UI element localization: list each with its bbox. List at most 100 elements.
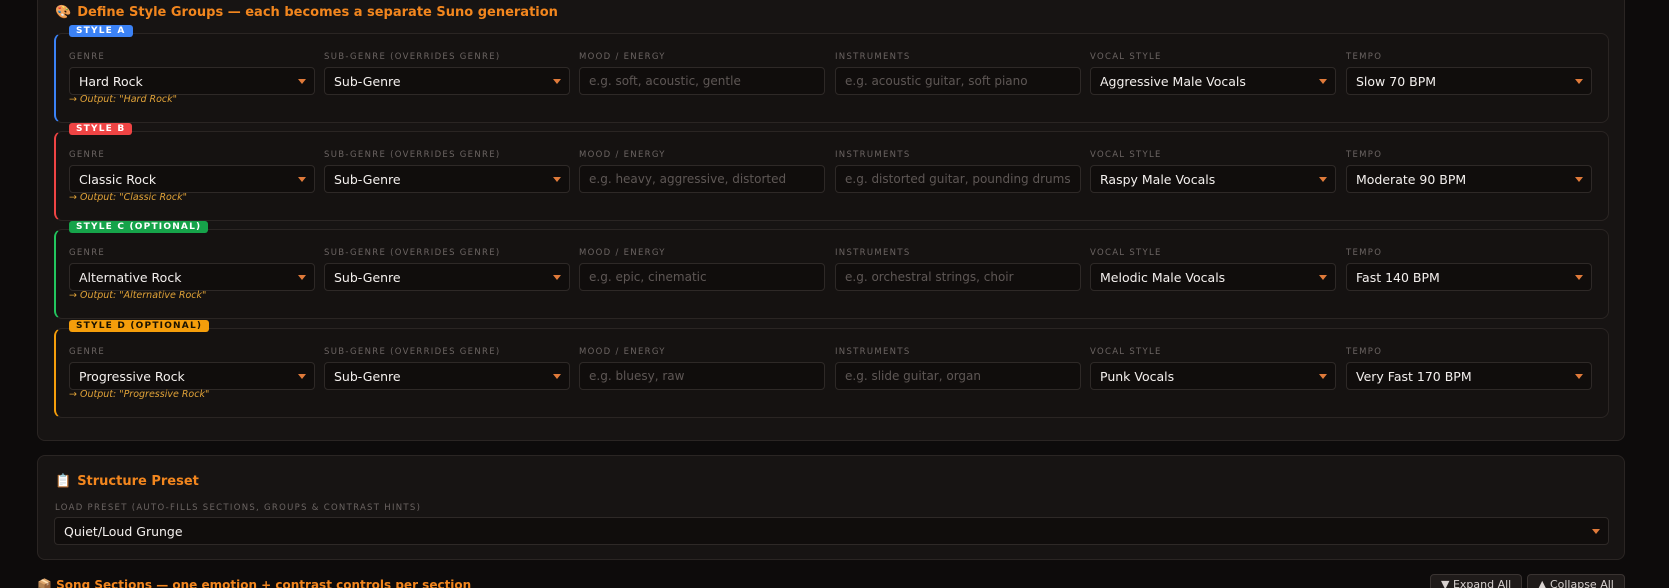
subgenre-field: SUB-GENRE (OVERRIDES GENRE) Sub-Genre bbox=[324, 52, 570, 95]
field-label: INSTRUMENTS bbox=[835, 347, 911, 357]
genre-field: GENRE Progressive Rock bbox=[69, 347, 315, 390]
style-groups-panel: 🎨 Define Style Groups — each becomes a s… bbox=[37, 0, 1625, 441]
preset-select[interactable]: Quiet/Loud Grunge bbox=[54, 517, 1609, 545]
genre-field: GENRE Classic Rock bbox=[69, 150, 315, 193]
genre-select[interactable]: Classic Rock bbox=[69, 165, 315, 193]
field-label: MOOD / ENERGY bbox=[579, 52, 666, 62]
field-label: INSTRUMENTS bbox=[835, 52, 911, 62]
select-value: Melodic Male Vocals bbox=[1100, 269, 1226, 285]
subgenre-select[interactable]: Sub-Genre bbox=[324, 362, 570, 390]
chevron-down-icon bbox=[1575, 374, 1583, 379]
input-placeholder: e.g. heavy, aggressive, distorted bbox=[589, 172, 787, 186]
structure-preset-panel: 📋 Structure Preset LOAD PRESET (AUTO-FIL… bbox=[37, 455, 1625, 560]
select-value: Classic Rock bbox=[79, 171, 157, 187]
style-group-b: STYLE B GENRE Classic Rock SUB-GENRE (OV… bbox=[54, 123, 1609, 221]
field-label: TEMPO bbox=[1346, 52, 1383, 62]
chevron-down-icon bbox=[298, 177, 306, 182]
mood-input[interactable]: e.g. epic, cinematic bbox=[579, 263, 825, 291]
select-value: Raspy Male Vocals bbox=[1100, 171, 1216, 187]
field-label: VOCAL STYLE bbox=[1090, 150, 1162, 160]
instruments-field: INSTRUMENTS e.g. orchestral strings, cho… bbox=[835, 248, 1081, 291]
subgenre-select[interactable]: Sub-Genre bbox=[324, 263, 570, 291]
genre-field: GENRE Hard Rock bbox=[69, 52, 315, 95]
palette-icon: 🎨 bbox=[55, 5, 72, 20]
tempo-field: TEMPO Fast 140 BPM bbox=[1346, 248, 1592, 291]
select-value: Sub-Genre bbox=[334, 368, 401, 384]
field-label: SUB-GENRE (OVERRIDES GENRE) bbox=[324, 248, 501, 258]
chevron-down-icon bbox=[553, 275, 561, 280]
field-label: VOCAL STYLE bbox=[1090, 52, 1162, 62]
tempo-field: TEMPO Slow 70 BPM bbox=[1346, 52, 1592, 95]
style-badge: STYLE B bbox=[69, 123, 133, 135]
style-group-a: STYLE A GENRE Hard Rock SUB-GENRE (OVERR… bbox=[54, 25, 1609, 123]
chevron-down-icon bbox=[298, 275, 306, 280]
select-value: Sub-Genre bbox=[334, 171, 401, 187]
mood-input[interactable]: e.g. bluesy, raw bbox=[579, 362, 825, 390]
tempo-select[interactable]: Very Fast 170 BPM bbox=[1346, 362, 1592, 390]
style-badge: STYLE A bbox=[69, 25, 133, 37]
mood-field: MOOD / ENERGY e.g. heavy, aggressive, di… bbox=[579, 150, 825, 193]
genre-select[interactable]: Progressive Rock bbox=[69, 362, 315, 390]
vocal-field: VOCAL STYLE Raspy Male Vocals bbox=[1090, 150, 1336, 193]
subgenre-field: SUB-GENRE (OVERRIDES GENRE) Sub-Genre bbox=[324, 248, 570, 291]
instruments-field: INSTRUMENTS e.g. acoustic guitar, soft p… bbox=[835, 52, 1081, 95]
mood-input[interactable]: e.g. soft, acoustic, gentle bbox=[579, 67, 825, 95]
tempo-select[interactable]: Slow 70 BPM bbox=[1346, 67, 1592, 95]
subgenre-select[interactable]: Sub-Genre bbox=[324, 67, 570, 95]
vocal-select[interactable]: Melodic Male Vocals bbox=[1090, 263, 1336, 291]
field-label: GENRE bbox=[69, 150, 106, 160]
instruments-input[interactable]: e.g. orchestral strings, choir bbox=[835, 263, 1081, 291]
style-groups-title: 🎨 Define Style Groups — each becomes a s… bbox=[55, 5, 558, 20]
chevron-down-icon bbox=[553, 374, 561, 379]
field-label: GENRE bbox=[69, 347, 106, 357]
mood-input[interactable]: e.g. heavy, aggressive, distorted bbox=[579, 165, 825, 193]
subgenre-select[interactable]: Sub-Genre bbox=[324, 165, 570, 193]
expand-all-button[interactable]: ▼ Expand All bbox=[1430, 574, 1523, 588]
select-value: Sub-Genre bbox=[334, 73, 401, 89]
instruments-field: INSTRUMENTS e.g. distorted guitar, pound… bbox=[835, 150, 1081, 193]
preset-label: LOAD PRESET (AUTO-FILLS SECTIONS, GROUPS… bbox=[55, 503, 422, 513]
vocal-field: VOCAL STYLE Aggressive Male Vocals bbox=[1090, 52, 1336, 95]
chevron-down-icon bbox=[1592, 529, 1600, 534]
vocal-select[interactable]: Punk Vocals bbox=[1090, 362, 1336, 390]
chevron-down-icon bbox=[1319, 177, 1327, 182]
chevron-down-icon bbox=[553, 177, 561, 182]
vocal-select[interactable]: Aggressive Male Vocals bbox=[1090, 67, 1336, 95]
instruments-input[interactable]: e.g. slide guitar, organ bbox=[835, 362, 1081, 390]
select-value: Slow 70 BPM bbox=[1356, 73, 1437, 89]
select-value: Aggressive Male Vocals bbox=[1100, 73, 1246, 89]
field-label: VOCAL STYLE bbox=[1090, 347, 1162, 357]
field-label: GENRE bbox=[69, 248, 106, 258]
field-label: TEMPO bbox=[1346, 150, 1383, 160]
genre-select[interactable]: Alternative Rock bbox=[69, 263, 315, 291]
genre-select[interactable]: Hard Rock bbox=[69, 67, 315, 95]
chevron-down-icon bbox=[1575, 275, 1583, 280]
chevron-down-icon bbox=[298, 374, 306, 379]
output-preview: → Output: "Classic Rock" bbox=[69, 192, 187, 203]
field-label: INSTRUMENTS bbox=[835, 150, 911, 160]
style-badge: STYLE D (OPTIONAL) bbox=[69, 320, 210, 332]
instruments-input[interactable]: e.g. acoustic guitar, soft piano bbox=[835, 67, 1081, 95]
instruments-field: INSTRUMENTS e.g. slide guitar, organ bbox=[835, 347, 1081, 390]
mood-field: MOOD / ENERGY e.g. epic, cinematic bbox=[579, 248, 825, 291]
collapse-all-button[interactable]: ▲ Collapse All bbox=[1527, 574, 1625, 588]
tempo-field: TEMPO Very Fast 170 BPM bbox=[1346, 347, 1592, 390]
mood-field: MOOD / ENERGY e.g. bluesy, raw bbox=[579, 347, 825, 390]
field-label: SUB-GENRE (OVERRIDES GENRE) bbox=[324, 347, 501, 357]
music-box-icon: 📦 bbox=[37, 578, 52, 588]
field-label: GENRE bbox=[69, 52, 106, 62]
tempo-select[interactable]: Moderate 90 BPM bbox=[1346, 165, 1592, 193]
input-placeholder: e.g. epic, cinematic bbox=[589, 270, 707, 284]
genre-field: GENRE Alternative Rock bbox=[69, 248, 315, 291]
field-label: SUB-GENRE (OVERRIDES GENRE) bbox=[324, 150, 501, 160]
clipboard-icon: 📋 bbox=[55, 474, 72, 489]
instruments-input[interactable]: e.g. distorted guitar, pounding drums bbox=[835, 165, 1081, 193]
subgenre-field: SUB-GENRE (OVERRIDES GENRE) Sub-Genre bbox=[324, 150, 570, 193]
chevron-down-icon bbox=[1319, 374, 1327, 379]
tempo-select[interactable]: Fast 140 BPM bbox=[1346, 263, 1592, 291]
vocal-select[interactable]: Raspy Male Vocals bbox=[1090, 165, 1336, 193]
chevron-down-icon bbox=[1319, 79, 1327, 84]
select-value: Alternative Rock bbox=[79, 269, 182, 285]
input-placeholder: e.g. bluesy, raw bbox=[589, 369, 685, 383]
input-placeholder: e.g. slide guitar, organ bbox=[845, 369, 981, 383]
